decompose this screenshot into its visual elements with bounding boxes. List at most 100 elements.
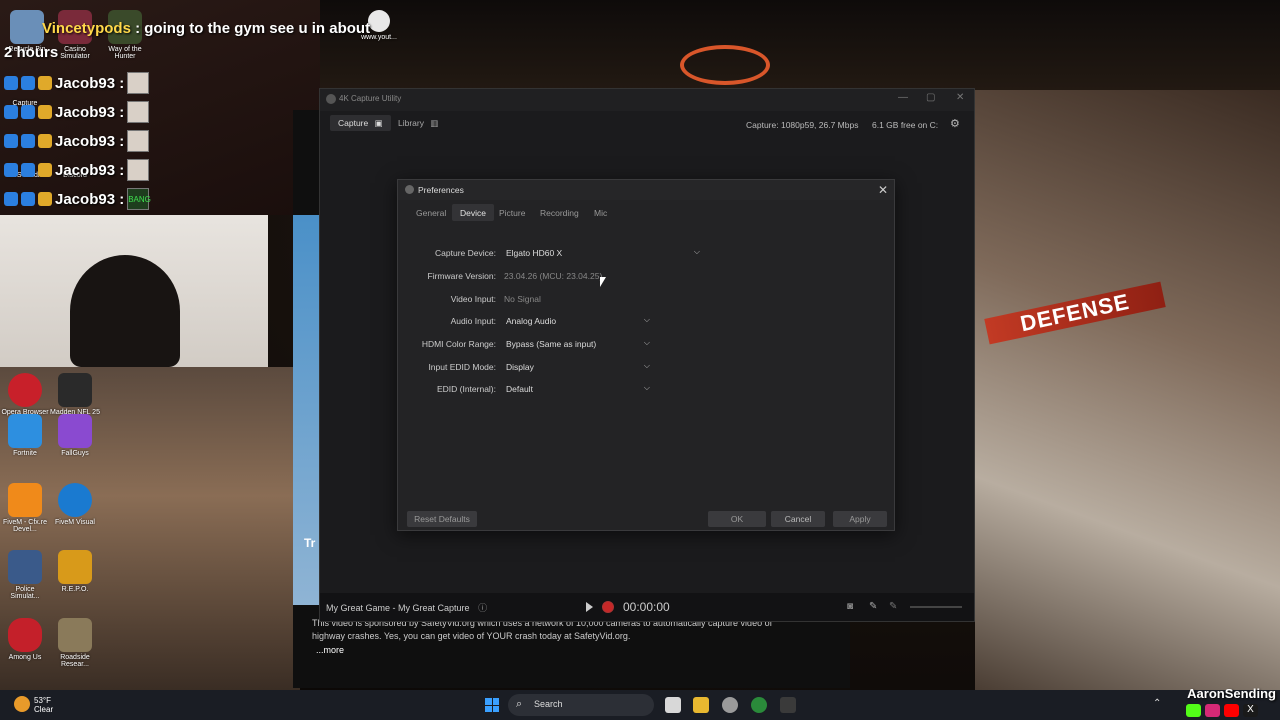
background-arena-top [320, 0, 1280, 90]
capture-device-select[interactable]: Elgato HD60 X ⌵ [504, 246, 704, 260]
info-icon[interactable]: ⓘ [478, 603, 487, 613]
tray-chevron-up-icon[interactable]: ⌃ [1153, 698, 1161, 709]
among-us-icon [8, 618, 42, 652]
prime-badge-icon [21, 105, 35, 119]
tab-device[interactable]: Device [452, 204, 494, 221]
capture-device-row: Capture Device: Elgato HD60 X ⌵ [398, 246, 894, 260]
tab-general[interactable]: General [408, 204, 454, 221]
prime-badge-icon [21, 192, 35, 206]
close-icon[interactable]: ✕ [878, 183, 888, 197]
audio-input-select[interactable]: Analog Audio ⌵ [504, 314, 654, 328]
record-button[interactable] [602, 601, 614, 613]
audio-muted-icon[interactable]: ✎ [889, 601, 897, 612]
chat-message-top: Vincetypods : going to the gym see u in … [42, 20, 370, 37]
edid-mode-label: Input EDID Mode: [428, 362, 496, 372]
edid-mode-select[interactable]: Display ⌵ [504, 360, 654, 374]
start-button[interactable] [485, 698, 499, 712]
app-logo-icon [326, 94, 336, 104]
search-icon: ⌕ [516, 698, 523, 710]
close-icon[interactable]: ✕ [956, 92, 964, 103]
edid-internal-select[interactable]: Default ⌵ [504, 382, 654, 396]
tab-capture[interactable]: Capture ▣ [330, 115, 391, 131]
background-hoop [680, 45, 770, 85]
chrome-icon [368, 10, 390, 32]
desktop-icon-opera[interactable]: Opera Browser [0, 373, 50, 416]
chat-time: 2 hours [4, 44, 59, 61]
desktop-icon-police[interactable]: Police Simulat... [0, 550, 50, 600]
desktop-icon-fortnite[interactable]: Fortnite [0, 414, 50, 457]
minimize-icon[interactable]: — [898, 92, 908, 103]
chrome-taskbar-icon[interactable] [751, 697, 767, 713]
hdmi-color-select[interactable]: Bypass (Same as input) ⌵ [504, 337, 654, 351]
sub-badge-icon [4, 163, 18, 177]
preferences-dialog: Preferences ✕ General Device Picture Rec… [397, 179, 895, 531]
capture-tabs: Capture ▣ Library ▥ Capture: 1080p59, 26… [320, 113, 974, 133]
chat-row: Jacob93 : BANG [4, 188, 151, 210]
taskbar: 53°F Clear ⌕ Search ⌃ [0, 690, 1280, 720]
preferences-title: Preferences [418, 185, 464, 195]
fallguys-icon [58, 414, 92, 448]
preferences-titlebar: Preferences ✕ [398, 180, 894, 200]
youtube-icon [1224, 704, 1239, 717]
sub-badge-icon [4, 134, 18, 148]
screenshot-icon[interactable]: ◙ [847, 601, 853, 612]
capture-status: Capture: 1080p59, 26.7 Mbps [746, 120, 859, 130]
tab-recording[interactable]: Recording [532, 204, 587, 221]
taskbar-search[interactable]: ⌕ Search [508, 694, 654, 716]
emote-bang: BANG [127, 188, 151, 210]
emote-icon [127, 130, 150, 152]
chat-row: Jacob93 : [4, 72, 150, 94]
desktop-icon-among-us[interactable]: Among Us [0, 618, 50, 661]
task-view-icon[interactable] [665, 697, 681, 713]
sub-badge-icon [4, 192, 18, 206]
maximize-icon[interactable]: ▢ [926, 92, 935, 103]
capture-bottom-bar: My Great Game - My Great Capture ⓘ 00:00… [320, 593, 974, 621]
video-title-partial: Tr [304, 536, 316, 550]
desktop-icon-madden[interactable]: Madden NFL 25 [50, 373, 100, 416]
weather-icon[interactable] [14, 696, 30, 712]
crown-badge-icon [38, 134, 52, 148]
desktop-icon-fivem-visual[interactable]: FiveM Visual [50, 483, 100, 526]
reset-defaults-button[interactable]: Reset Defaults [407, 511, 477, 527]
weather-widget[interactable]: 53°F Clear [34, 696, 53, 714]
desktop-icon-repo[interactable]: R.E.P.O. [50, 550, 100, 593]
webcam-person [70, 255, 180, 367]
video-input-value: No Signal [504, 294, 541, 304]
desktop-icon-fivem[interactable]: FiveM - Cfx.re Devel... [0, 483, 50, 533]
prime-badge-icon [21, 76, 35, 90]
chat-username: Jacob93 : [55, 103, 125, 121]
ok-button[interactable]: OK [708, 511, 766, 527]
instagram-icon [1205, 704, 1220, 717]
madden-icon [58, 373, 92, 407]
capture-device-label: Capture Device: [435, 248, 496, 258]
apply-button[interactable]: Apply [833, 511, 887, 527]
more-link[interactable]: ...more [316, 645, 344, 655]
tab-library[interactable]: Library ▥ [390, 115, 446, 131]
settings-gear-icon[interactable]: ⚙ [950, 117, 960, 130]
audio-input-row: Audio Input: Analog Audio ⌵ [398, 314, 894, 328]
chevron-down-icon: ⌵ [693, 247, 700, 256]
capture-utility-taskbar-icon[interactable] [780, 697, 796, 713]
emote-icon [127, 101, 150, 123]
chat-username: Vincetypods [42, 20, 131, 37]
tab-mic[interactable]: Mic [586, 204, 615, 221]
volume-slider[interactable] [910, 606, 962, 608]
desktop-icon-fallguys[interactable]: FallGuys [50, 414, 100, 457]
mic-muted-icon[interactable]: ✎ [869, 601, 877, 612]
file-explorer-icon[interactable] [693, 697, 709, 713]
video-input-label: Video Input: [450, 294, 496, 304]
video-input-row: Video Input: No Signal [398, 292, 894, 306]
edid-internal-row: EDID (Internal): Default ⌵ [398, 382, 894, 396]
settings-app-icon[interactable] [722, 697, 738, 713]
capture-tab-icon: ▣ [374, 118, 383, 128]
police-icon [8, 550, 42, 584]
desktop-icon-roadside[interactable]: Roadside Resear... [50, 618, 100, 668]
kick-icon [1186, 704, 1201, 717]
cancel-button[interactable]: Cancel [771, 511, 825, 527]
game-title: My Great Game - My Great Capture ⓘ [326, 603, 488, 613]
record-timer: 00:00:00 [623, 600, 670, 614]
play-icon[interactable] [586, 602, 593, 612]
chevron-down-icon: ⌵ [643, 338, 650, 347]
tab-picture[interactable]: Picture [491, 204, 533, 221]
fortnite-icon [8, 414, 42, 448]
